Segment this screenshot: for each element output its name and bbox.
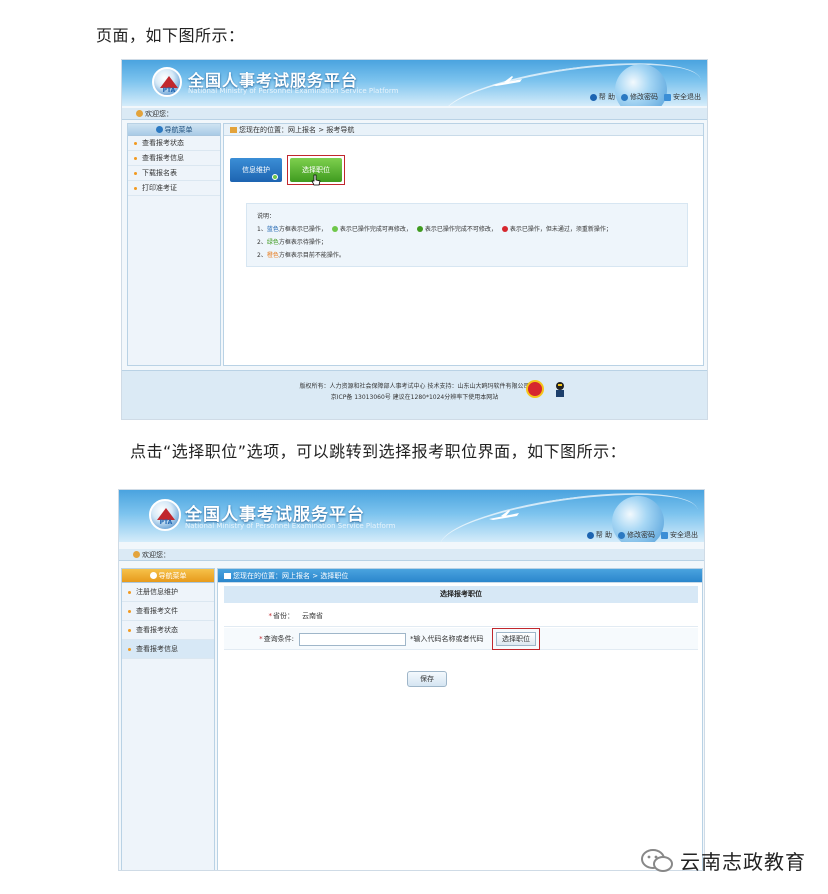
instructions-box: 说明： 1、蓝色方框表示已操作， 表示已操作完成可再修改， 表示已操作完成不可修改，… — [246, 203, 688, 267]
footer-icp: 京ICP备 13013060号 建议在1280*1024分辨率下使用本网站 — [330, 394, 499, 401]
green-lock-icon — [416, 226, 423, 232]
airplane-icon — [489, 510, 519, 520]
home-icon — [224, 573, 231, 579]
help-link[interactable]: 帮 助 — [589, 92, 615, 102]
sidebar-header: 导航菜单 — [128, 124, 220, 136]
svg-text:PTA: PTA — [160, 519, 173, 526]
watermark-text: 云南志政教育 — [680, 850, 806, 874]
query-row: *查询条件: *输入代码名称或者代码 选择职位 — [224, 628, 698, 650]
screenshot-select-position: PTA 全国人事考试服务平台 National Ministry of Pers… — [118, 489, 705, 871]
key-icon — [621, 93, 628, 101]
intro-text: 页面，如下图所示： — [96, 26, 245, 45]
pta-logo-icon: PTA — [152, 67, 182, 97]
logout-icon — [661, 531, 668, 539]
pta-logo-icon: PTA — [149, 499, 181, 531]
sidebar: 导航菜单 查看报考状态 查看报考信息 下载报名表 打印准考证 — [127, 123, 221, 366]
form-title: 选择报考职位 — [224, 586, 698, 603]
site-subtitle: National Ministry of Personnel Examinati… — [185, 522, 396, 530]
province-row: *省份： 云南省 — [224, 605, 698, 627]
breadcrumb: 您现在的位置：网上报名 > 选择职位 — [218, 569, 702, 583]
user-icon — [136, 110, 143, 117]
sidebar-item-view-files[interactable]: 查看报考文件 — [122, 602, 214, 621]
province-value: 云南省 — [302, 612, 323, 620]
site-banner: PTA 全国人事考试服务平台 National Ministry of Pers… — [122, 60, 707, 106]
svg-text:PTA: PTA — [163, 87, 176, 94]
green-check-icon — [331, 226, 338, 232]
help-link[interactable]: 帮 助 — [586, 530, 612, 540]
site-subtitle: National Ministry of Personnel Examinati… — [188, 87, 399, 95]
welcome-bar: 欢迎您： — [122, 108, 707, 120]
sidebar-item-register-info[interactable]: 注册信息维护 — [122, 583, 214, 602]
user-icon — [133, 551, 140, 558]
sidebar-item-view-info[interactable]: 查看报考信息 — [122, 640, 214, 659]
logout-link[interactable]: 安全退出 — [664, 92, 701, 102]
logout-link[interactable]: 安全退出 — [661, 530, 698, 540]
menu-icon — [149, 572, 157, 579]
change-password-link[interactable]: 修改密码 — [618, 530, 655, 540]
help-icon — [586, 531, 594, 539]
screenshot-navigation: PTA 全国人事考试服务平台 National Ministry of Pers… — [121, 59, 708, 420]
query-input[interactable] — [299, 633, 406, 646]
national-emblem-icon — [526, 380, 544, 398]
sidebar-item-print-ticket[interactable]: 打印准考证 — [128, 181, 220, 196]
sidebar-item-download-form[interactable]: 下载报名表 — [128, 166, 220, 181]
save-button[interactable]: 保存 — [407, 671, 447, 687]
middle-text: 点击“选择职位”选项，可以跳转到选择报考职位界面，如下图所示： — [130, 442, 627, 461]
sidebar-item-view-status[interactable]: 查看报考状态 — [128, 136, 220, 151]
airplane-icon — [492, 76, 522, 86]
sidebar-item-view-info[interactable]: 查看报考信息 — [128, 151, 220, 166]
highlight-box — [492, 628, 540, 650]
breadcrumb: 您现在的位置：网上报名 > 报考导航 — [224, 124, 703, 136]
sidebar: 导航菜单 注册信息维护 查看报考文件 查看报考状态 查看报考信息 — [121, 568, 215, 870]
home-icon — [230, 127, 237, 133]
watermark: 云南志政教育 — [640, 846, 806, 875]
hand-cursor-icon — [311, 174, 321, 186]
welcome-bar: 欢迎您： — [119, 549, 704, 561]
sidebar-header: 导航菜单 — [122, 569, 214, 583]
logout-icon — [664, 93, 671, 101]
change-password-link[interactable]: 修改密码 — [621, 92, 658, 102]
police-badge-icon — [556, 382, 564, 397]
sidebar-item-view-status[interactable]: 查看报考状态 — [122, 621, 214, 640]
page-footer: 版权所有：人力资源和社会保障部人事考试中心 技术支持：山东山大鸥玛软件有限公司 … — [122, 370, 707, 419]
key-icon — [618, 531, 625, 539]
footer-copyright: 版权所有：人力资源和社会保障部人事考试中心 技术支持：山东山大鸥玛软件有限公司 — [299, 383, 530, 390]
wechat-icon — [641, 848, 673, 872]
site-banner: PTA 全国人事考试服务平台 National Ministry of Pers… — [119, 490, 704, 542]
check-icon — [272, 174, 278, 180]
main-panel: 您现在的位置：网上报名 > 选择职位 选择报考职位 *省份： 云南省 *查询条件… — [217, 568, 703, 870]
query-hint: *输入代码名称或者代码 — [410, 635, 484, 643]
help-icon — [589, 93, 597, 101]
menu-icon — [155, 126, 163, 133]
red-cross-icon — [501, 226, 508, 232]
